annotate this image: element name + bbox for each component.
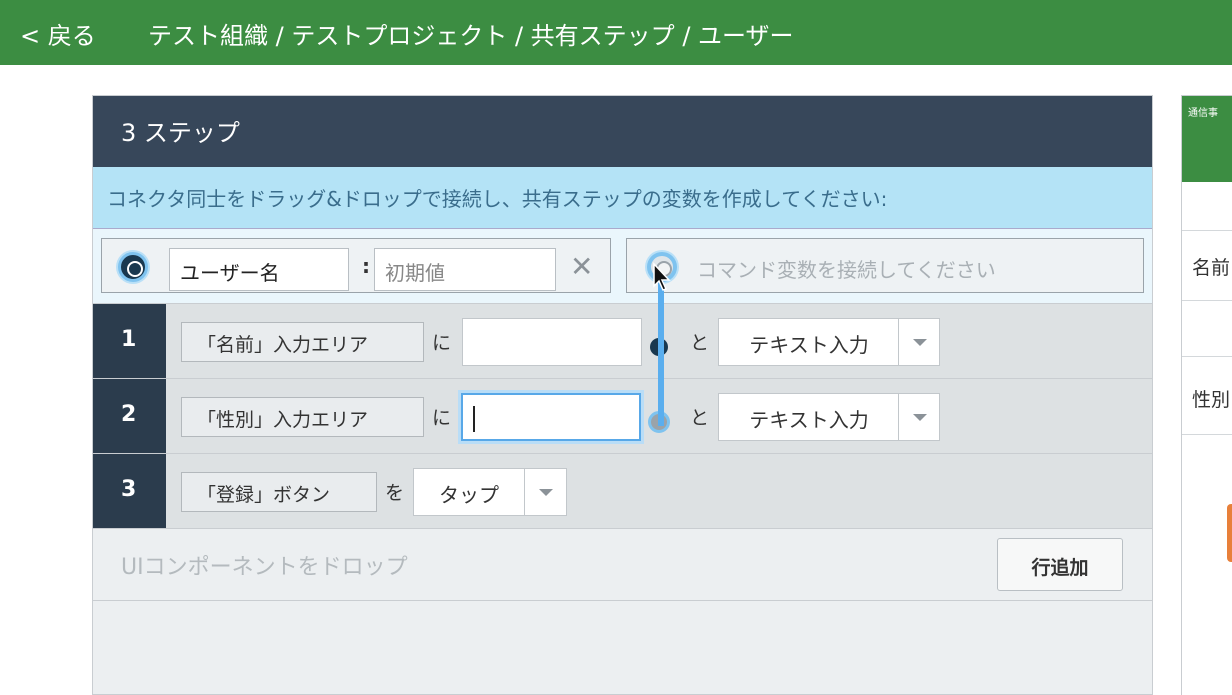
preview-header: 通信事 [1182, 96, 1232, 182]
initial-value-input[interactable]: 初期値 [374, 248, 556, 291]
steps-panel: 3 ステップ コネクタ同士をドラッグ&ドロップで接続し、共有ステップの変数を作成… [92, 95, 1153, 695]
ui-component-chip[interactable]: 「登録」ボタン [181, 472, 377, 512]
preview-gender-row: 性別 [1182, 356, 1232, 434]
command-variable-placeholder: コマンド変数を接続してください [697, 258, 996, 282]
ui-component-chip[interactable]: 「名前」入力エリア [181, 322, 424, 362]
action-select[interactable]: テキスト入力 [718, 318, 940, 366]
particle-text: に [432, 332, 452, 354]
ui-component-chip[interactable]: 「性別」入力エリア [181, 397, 424, 437]
chevron-down-icon[interactable] [524, 469, 566, 515]
action-select[interactable]: タップ [413, 468, 567, 516]
breadcrumb: テスト組織 / テストプロジェクト / 共有ステップ / ユーザー [148, 22, 794, 50]
variable-connector-icon[interactable] [118, 252, 148, 282]
action-label: タップ [439, 483, 499, 507]
connect-hint: コネクタ同士をドラッグ&ドロップで接続し、共有ステップの変数を作成してください: [93, 167, 1152, 229]
step-row-2: 2 「性別」入力エリア に と テキスト入力 [93, 379, 1152, 454]
add-row-button[interactable]: 行追加 [997, 538, 1123, 591]
preview-name-row: 名前 [1182, 230, 1232, 300]
close-icon[interactable]: ✕ [570, 250, 593, 283]
drop-placeholder: UIコンポーネントをドロップ [121, 555, 408, 580]
action-label: テキスト入力 [749, 333, 869, 357]
variable-name-input[interactable]: ユーザー名 [169, 248, 349, 291]
chevron-down-icon[interactable] [898, 319, 940, 365]
particle-text: に [432, 407, 452, 429]
step-number: 1 [93, 304, 166, 378]
drag-connection-line [658, 275, 664, 426]
command-variable-slot: コマンド変数を接続してください [626, 238, 1144, 293]
particle-text: と [690, 332, 710, 354]
back-link[interactable]: < 戻る [20, 16, 96, 51]
step-value-input[interactable] [462, 318, 642, 366]
preview-divider [1182, 300, 1232, 356]
colon-separator: : [362, 254, 370, 278]
mouse-pointer-icon [653, 262, 671, 291]
step-row-3: 3 「登録」ボタン を タップ [93, 454, 1152, 529]
top-bar: < 戻る テスト組織 / テストプロジェクト / 共有ステップ / ユーザー [0, 0, 1232, 65]
particle-text: と [690, 407, 710, 429]
step-number: 3 [93, 454, 166, 528]
step-number: 2 [93, 379, 166, 453]
step-row-1: 1 「名前」入力エリア に と テキスト入力 [93, 304, 1152, 379]
action-select[interactable]: テキスト入力 [718, 393, 940, 441]
component-drop-zone[interactable]: UIコンポーネントをドロップ 行追加 [93, 529, 1152, 601]
preview-register-button [1227, 504, 1232, 562]
chevron-down-icon[interactable] [898, 394, 940, 440]
action-label: テキスト入力 [749, 408, 869, 432]
variable-definition: ユーザー名 : 初期値 ✕ [101, 238, 611, 293]
particle-text: を [385, 482, 405, 504]
preview-divider [1182, 434, 1232, 444]
panel-title: 3 ステップ [93, 96, 1152, 167]
shared-variable-row: ユーザー名 : 初期値 ✕ コマンド変数を接続してください [93, 229, 1152, 304]
text-caret [473, 405, 475, 432]
device-preview-panel: 通信事 名前 性別 [1181, 95, 1232, 695]
step-value-input[interactable] [461, 393, 641, 441]
